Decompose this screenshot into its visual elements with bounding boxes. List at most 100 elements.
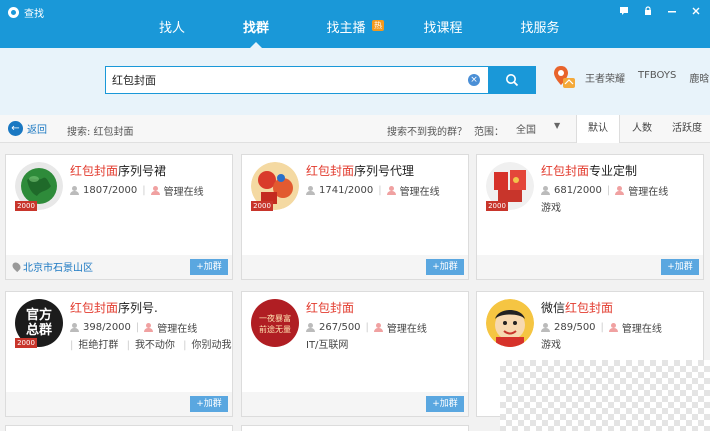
tab-find-courses[interactable]: 找课程 [418, 16, 468, 48]
group-meta: 1741/2000 | 管理在线 [306, 183, 440, 198]
member-count: 1807/2000 [83, 185, 138, 196]
transparent-area [500, 360, 710, 431]
name-highlight: 红包封面 [306, 164, 355, 178]
join-group-button[interactable]: +加群 [661, 259, 699, 275]
members-icon [541, 323, 550, 332]
admin-icon [144, 323, 154, 332]
level-badge: 2000 [15, 338, 37, 348]
tab-find-streamers[interactable]: 找主播 热 [322, 16, 384, 48]
member-count: 289/500 [554, 322, 596, 333]
sort-tab-activity[interactable]: 活跃度 [664, 115, 710, 143]
avatar-text: 一夜暴富 [259, 314, 291, 323]
tab-find-services[interactable]: 找服务 [515, 16, 565, 48]
admin-status: 管理在线 [163, 187, 204, 198]
level-badge: 2000 [486, 201, 508, 211]
tab-find-people[interactable]: 找人 [150, 16, 194, 48]
name-rest: 序列号代理 [354, 164, 415, 178]
group-name[interactable]: 微信红包封面 [541, 299, 613, 316]
members-icon [70, 186, 79, 195]
sort-tab-default[interactable]: 默认 [576, 115, 620, 143]
clear-icon[interactable]: × [468, 74, 480, 86]
group-avatar: 一夜暴富 前途无量 [251, 299, 299, 347]
card-footer: +加群 [6, 392, 232, 416]
admin-icon [615, 186, 625, 195]
admin-icon [373, 323, 383, 332]
group-name[interactable]: 红包封面序列号代理 [306, 162, 414, 179]
group-tags: 游戏 [541, 336, 561, 351]
tag: 我不动你 [134, 340, 175, 351]
card-location[interactable]: 北京市石景山区 [10, 259, 93, 274]
tab-find-groups[interactable]: 找群 [234, 16, 278, 48]
name-rest: 序列号. [118, 301, 158, 315]
admin-status: 管理在线 [386, 324, 427, 335]
name-highlight: 红包封面 [306, 301, 355, 315]
group-meta: 267/500 | 管理在线 [306, 320, 427, 335]
card-footer: +加群 [242, 255, 468, 279]
back-label: 返回 [27, 125, 47, 136]
group-card[interactable]: 2000 红包封面序列号代理 1741/2000 | 管理在线 +加群 [241, 154, 469, 280]
sort-tab-members[interactable]: 人数 [620, 115, 664, 143]
group-tags: IT/互联网 [306, 336, 348, 351]
search-icon [506, 74, 519, 87]
group-name[interactable]: 红包封面序列号. [70, 299, 158, 316]
search-box: × [105, 66, 489, 94]
group-card[interactable]: 一夜暴富 前途无量 红包封面 267/500 | 管理在线 IT/互联网 +加群 [241, 291, 469, 417]
hot-badge: 热 [372, 20, 384, 31]
group-card[interactable]: 2000 红包封面专业定制 681/2000 | 管理在线 游戏 +加群 [476, 154, 704, 280]
tag: 拒绝打群 [78, 340, 119, 351]
divider: | [365, 322, 369, 333]
hot-word-link[interactable]: 王者荣耀 [585, 70, 625, 85]
join-group-button[interactable]: +加群 [426, 259, 464, 275]
group-name[interactable]: 红包封面 [306, 299, 354, 316]
group-card[interactable]: 官方 总群 2000 红包封面序列号. 398/2000 | 管理在线 | 拒绝打… [5, 291, 233, 417]
location-pin-icon[interactable] [551, 64, 577, 92]
hot-word-link[interactable]: TFBOYS [638, 70, 676, 85]
level-badge: 2000 [251, 201, 273, 211]
filter-bar: ← 返回 搜索: 红包封面 搜索不到我的群？ 范围： 全国 ▼ 默认 人数 活跃… [0, 115, 710, 143]
tag: 游戏 [541, 203, 561, 214]
card-footer: +加群 [242, 392, 468, 416]
back-button[interactable]: ← 返回 [8, 121, 47, 136]
divider: | [70, 340, 74, 351]
next-row-peek [0, 425, 710, 431]
divider: | [600, 322, 604, 333]
admin-status: 管理在线 [628, 187, 669, 198]
group-tags: 游戏 [541, 199, 561, 214]
admin-status: 管理在线 [621, 324, 662, 335]
group-meta: 398/2000 | 管理在线 [70, 320, 197, 335]
name-prefix: 微信 [541, 301, 566, 315]
location-icon [10, 260, 23, 273]
member-count: 398/2000 [83, 322, 131, 333]
members-icon [306, 186, 315, 195]
search-button[interactable] [488, 66, 536, 94]
join-group-button[interactable]: +加群 [190, 259, 228, 275]
tag: 你别动我 [191, 340, 232, 351]
admin-status: 管理在线 [157, 324, 198, 335]
range-select[interactable]: 全国 ▼ [516, 121, 566, 136]
breadcrumb: 搜索: 红包封面 [67, 127, 134, 138]
name-highlight: 红包封面 [70, 301, 119, 315]
group-card[interactable]: 2000 红包封面序列号裙 1807/2000 | 管理在线 北京市石景山区 +… [5, 154, 233, 280]
search-input[interactable] [112, 71, 452, 89]
group-name[interactable]: 红包封面序列号裙 [70, 162, 166, 179]
location-text: 北京市石景山区 [23, 263, 93, 274]
join-group-button[interactable]: +加群 [190, 396, 228, 412]
member-count: 681/2000 [554, 185, 602, 196]
search-area: × 王者荣耀 TFBOYS 鹿晗 [0, 48, 710, 115]
members-icon [306, 323, 315, 332]
join-group-button[interactable]: +加群 [426, 396, 464, 412]
divider: | [135, 322, 140, 333]
tag: IT/互联网 [306, 340, 349, 351]
range-value: 全国 [516, 125, 536, 136]
divider: | [142, 185, 146, 196]
name-highlight: 红包封面 [70, 164, 119, 178]
avatar-text: 前途无量 [259, 325, 291, 334]
hot-word-link[interactable]: 鹿晗 [689, 70, 709, 85]
group-card-peek [5, 425, 233, 431]
group-name[interactable]: 红包封面专业定制 [541, 162, 637, 179]
name-highlight: 红包封面 [565, 301, 614, 315]
card-footer: 北京市石景山区 +加群 [6, 255, 232, 279]
name-rest: 序列号裙 [118, 164, 167, 178]
group-avatar [486, 299, 534, 347]
not-found-link[interactable]: 搜索不到我的群？ [387, 123, 467, 138]
